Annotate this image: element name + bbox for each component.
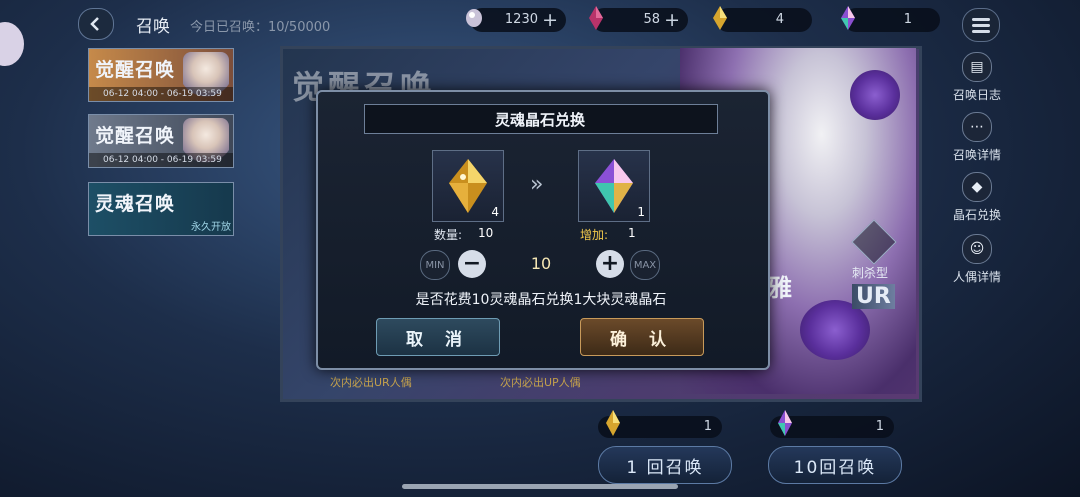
gain-label: 增加: bbox=[580, 228, 609, 242]
side-item-doll-details[interactable]: ☺ 人偶详情 bbox=[948, 234, 1006, 285]
decor-flower bbox=[850, 70, 900, 120]
doll-details-icon: ☺ bbox=[962, 234, 992, 264]
menu-icon bbox=[972, 18, 990, 21]
page-title: 召唤 bbox=[136, 17, 170, 37]
resource-value: 1 bbox=[903, 12, 912, 27]
resource-red-crystal: 58 + bbox=[589, 6, 688, 32]
daily-summon-count: 今日已召唤：10/50000 bbox=[190, 20, 331, 35]
cost-value: 1 bbox=[703, 419, 712, 434]
banner-card-awakening-2[interactable]: 觉醒召唤 06-12 04:00 - 06-19 03:59 bbox=[88, 114, 234, 168]
card-date: 06-12 04:00 - 06-19 03:59 bbox=[89, 87, 233, 101]
resource-value: 4 bbox=[775, 12, 784, 27]
side-item-summon-details[interactable]: ⋯ 召唤详情 bbox=[948, 112, 1006, 163]
chat-bubble-icon[interactable] bbox=[0, 22, 24, 66]
quantity-stepper: MIN − 10 + MAX bbox=[420, 250, 660, 280]
item-count: 4 bbox=[491, 205, 499, 219]
max-button[interactable]: MAX bbox=[630, 250, 660, 280]
quantity-input[interactable]: 10 bbox=[482, 254, 600, 273]
details-icon: ⋯ bbox=[962, 112, 992, 142]
soul-crystal-icon bbox=[606, 410, 620, 436]
menu-icon-bar bbox=[972, 30, 990, 33]
card-title: 觉醒召唤 bbox=[95, 59, 176, 81]
menu-icon-bar bbox=[972, 24, 990, 27]
add-icon[interactable]: + bbox=[664, 9, 680, 31]
item-count: 1 bbox=[637, 205, 645, 219]
class-label: 刺杀型 bbox=[852, 266, 889, 280]
card-title: 觉醒召唤 bbox=[95, 125, 176, 147]
cost-value: 1 bbox=[875, 419, 884, 434]
character-name: 雅 bbox=[768, 274, 792, 302]
card-title: 灵魂召唤 bbox=[95, 193, 176, 215]
side-item-crystal-exchange[interactable]: ◆ 晶石兑换 bbox=[948, 172, 1006, 223]
quantity-label: 数量: bbox=[434, 228, 463, 242]
resource-value: 58 bbox=[643, 12, 660, 27]
large-soul-crystal-icon bbox=[778, 410, 792, 436]
banner-card-awakening-1[interactable]: 觉醒召唤 06-12 04:00 - 06-19 03:59 bbox=[88, 48, 234, 102]
menu-button[interactable] bbox=[962, 8, 1000, 42]
convert-arrow-icon: » bbox=[530, 172, 544, 197]
summon-cost-1: 1 bbox=[598, 410, 722, 438]
resource-value: 1230 bbox=[504, 12, 538, 27]
side-label: 召唤日志 bbox=[952, 88, 1001, 102]
log-icon: ▤ bbox=[962, 52, 992, 82]
rarity-badge: UR bbox=[852, 284, 895, 309]
dialog-title: 灵魂晶石兑换 bbox=[494, 111, 585, 129]
side-label: 晶石兑换 bbox=[952, 208, 1001, 222]
cancel-button[interactable]: 取 消 bbox=[376, 318, 500, 356]
summon-1-button[interactable]: 1 回召唤 bbox=[598, 446, 732, 484]
resource-large-soul-crystal: 1 bbox=[841, 6, 940, 32]
summon-cost-10: 1 bbox=[770, 410, 894, 438]
increase-button[interactable]: + bbox=[596, 250, 624, 278]
back-button[interactable] bbox=[78, 8, 114, 40]
side-label: 召唤详情 bbox=[952, 148, 1001, 162]
add-icon[interactable]: + bbox=[542, 9, 558, 31]
exchange-message: 是否花费10灵魂晶石兑换1大块灵魂晶石 bbox=[415, 292, 667, 308]
gain-value: 1 bbox=[628, 226, 636, 240]
resource-soul-orb: 1230 + bbox=[466, 8, 566, 32]
banner-card-soul[interactable]: 灵魂召唤 永久开放 bbox=[88, 182, 234, 236]
guarantee-up-note: 次内必出UP人偶 bbox=[500, 376, 581, 389]
crystal-exchange-icon: ◆ bbox=[962, 172, 992, 202]
side-label: 人偶详情 bbox=[952, 270, 1001, 284]
card-date: 06-12 04:00 - 06-19 03:59 bbox=[89, 153, 233, 167]
summon-10-button[interactable]: 10回召唤 bbox=[768, 446, 902, 484]
source-item-slot: 4 bbox=[432, 150, 504, 222]
quantity-value: 10 bbox=[478, 226, 494, 240]
min-button[interactable]: MIN bbox=[420, 250, 450, 280]
card-tag: 永久开放 bbox=[191, 222, 231, 233]
confirm-button[interactable]: 确 认 bbox=[580, 318, 704, 356]
side-item-summon-log[interactable]: ▤ 召唤日志 bbox=[948, 52, 1006, 103]
guarantee-ur-note: 次内必出UR人偶 bbox=[330, 376, 412, 389]
back-arrow-icon bbox=[90, 17, 99, 31]
target-item-slot: 1 bbox=[578, 150, 650, 222]
decor-flower bbox=[800, 300, 870, 360]
resource-soul-crystal: 4 bbox=[713, 6, 812, 32]
home-indicator[interactable] bbox=[402, 484, 678, 489]
